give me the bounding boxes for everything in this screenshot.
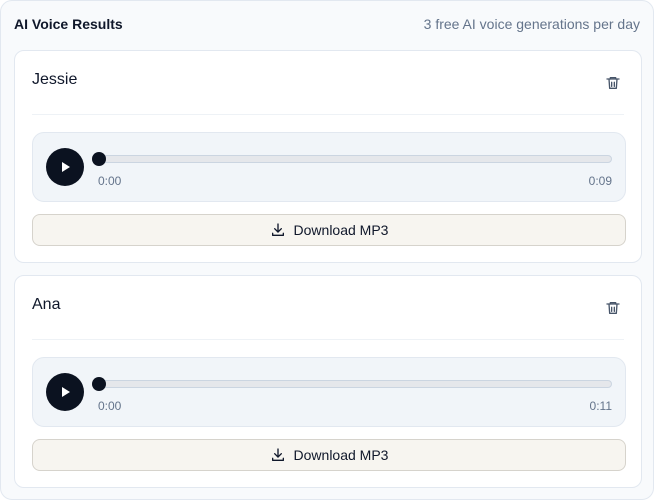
download-icon xyxy=(271,448,284,461)
download-label: Download MP3 xyxy=(293,222,389,238)
seek-handle[interactable] xyxy=(92,152,106,166)
current-time: 0:00 xyxy=(98,399,122,413)
trash-icon xyxy=(606,77,620,89)
download-mp3-button[interactable]: Download MP3 xyxy=(32,214,626,246)
panel-header: AI Voice Results 3 free AI voice generat… xyxy=(14,15,640,33)
panel-title: AI Voice Results xyxy=(14,16,123,32)
duration: 0:09 xyxy=(588,174,612,188)
delete-button[interactable] xyxy=(600,295,626,321)
seek-handle[interactable] xyxy=(92,377,106,391)
card-divider xyxy=(32,114,624,115)
voice-name: Jessie xyxy=(32,71,78,88)
voice-result-card: Ana 0:00 0:11 Download MP3 xyxy=(14,275,642,488)
play-icon xyxy=(62,387,70,397)
audio-player: 0:00 0:11 xyxy=(32,357,626,427)
current-time: 0:00 xyxy=(98,174,122,188)
seek-bar[interactable] xyxy=(92,152,612,166)
download-icon xyxy=(271,223,284,236)
download-label: Download MP3 xyxy=(293,447,389,463)
card-divider xyxy=(32,339,624,340)
audio-player: 0:00 0:09 xyxy=(32,132,626,202)
trash-icon xyxy=(606,302,620,314)
delete-button[interactable] xyxy=(600,70,626,96)
voice-results-panel: AI Voice Results 3 free AI voice generat… xyxy=(0,0,654,500)
voice-name: Ana xyxy=(32,296,61,313)
seek-bar[interactable] xyxy=(92,377,612,391)
voice-result-card: Jessie 0:00 0:09 Download MP3 xyxy=(14,50,642,263)
duration: 0:11 xyxy=(589,399,612,413)
generation-limit-note: 3 free AI voice generations per day xyxy=(423,16,640,32)
play-icon xyxy=(62,162,70,172)
play-button[interactable] xyxy=(46,148,84,186)
download-mp3-button[interactable]: Download MP3 xyxy=(32,439,626,471)
play-button[interactable] xyxy=(46,373,84,411)
